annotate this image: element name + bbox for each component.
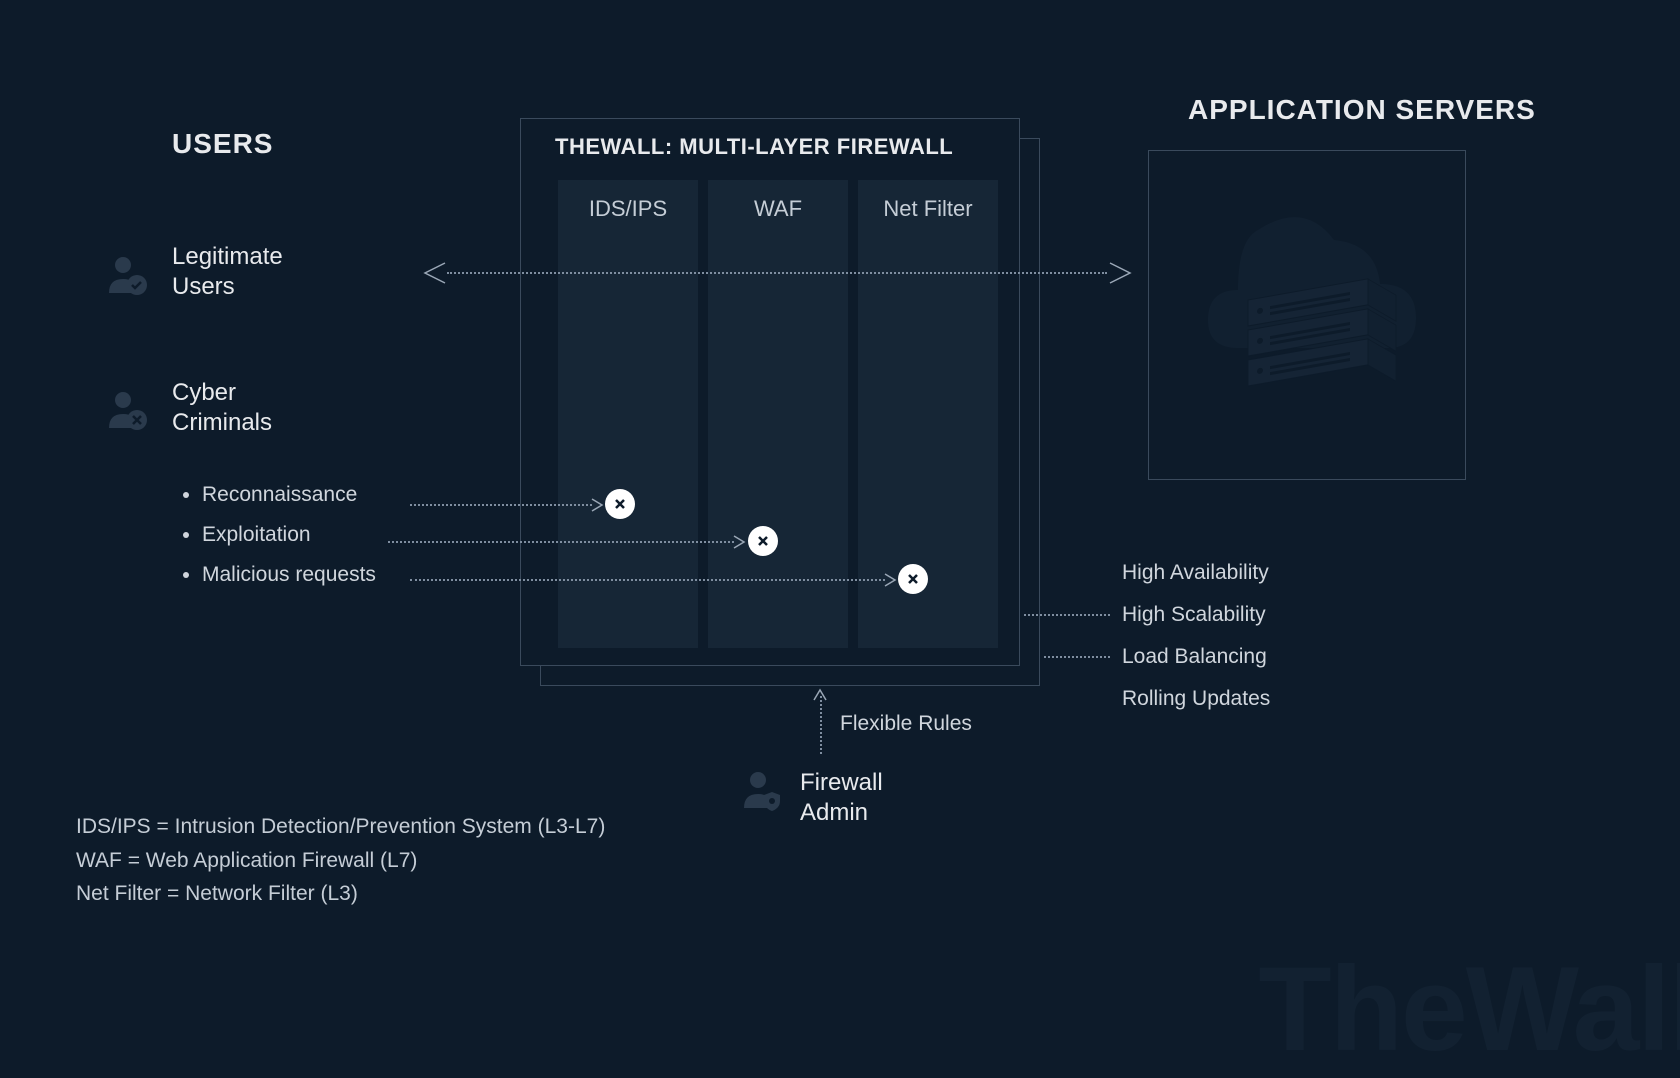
layer-ids-column: IDS/IPS xyxy=(558,180,698,648)
layer-waf-label: WAF xyxy=(708,180,848,222)
application-servers-heading: APPLICATION SERVERS xyxy=(1188,94,1536,126)
legend: IDS/IPS = Intrusion Detection/Prevention… xyxy=(76,810,605,911)
layer-net-label: Net Filter xyxy=(858,180,998,222)
layer-waf-column: WAF xyxy=(708,180,848,648)
arrow-exploit-icon xyxy=(732,534,748,550)
watermark: TheWall xyxy=(1258,940,1680,1078)
feature-load-balancing: Load Balancing xyxy=(1122,636,1270,678)
arrow-recon-icon xyxy=(590,497,606,513)
flexible-rules-label: Flexible Rules xyxy=(840,712,972,736)
feature-high-availability: High Availability xyxy=(1122,552,1270,594)
legitimate-users-label: Legitimate Users xyxy=(172,242,283,302)
flow-legitimate-line xyxy=(447,272,1107,274)
feature-link-line xyxy=(1024,614,1110,616)
attack-malicious: Malicious requests xyxy=(202,563,376,587)
block-marker-icon xyxy=(605,489,635,519)
attack-list: Reconnaissance Exploitation Malicious re… xyxy=(178,483,376,603)
flow-recon-line xyxy=(410,504,592,506)
feature-rolling-updates: Rolling Updates xyxy=(1122,678,1270,720)
layer-ids-label: IDS/IPS xyxy=(558,180,698,222)
arrow-left-icon xyxy=(421,260,447,286)
arrow-up-icon xyxy=(812,688,828,704)
users-heading: USERS xyxy=(172,128,273,160)
attack-recon: Reconnaissance xyxy=(202,483,376,507)
arrow-malicious-icon xyxy=(883,572,899,588)
attack-exploit: Exploitation xyxy=(202,523,376,547)
firewall-admin-label: Firewall Admin xyxy=(800,768,883,828)
legend-waf: WAF = Web Application Firewall (L7) xyxy=(76,844,605,878)
cyber-criminal-icon xyxy=(105,388,149,432)
cyber-criminals-label: Cyber Criminals xyxy=(172,378,272,438)
legend-net: Net Filter = Network Filter (L3) xyxy=(76,877,605,911)
feature-link-line xyxy=(1044,656,1110,658)
block-marker-icon xyxy=(748,526,778,556)
legitimate-user-icon xyxy=(105,253,149,297)
firewall-title: THEWALL: MULTI-LAYER FIREWALL xyxy=(555,134,953,160)
feature-high-scalability: High Scalability xyxy=(1122,594,1270,636)
firewall-admin-icon xyxy=(740,768,784,812)
arrow-right-icon xyxy=(1108,260,1134,286)
flow-exploit-line xyxy=(388,541,734,543)
flow-malicious-line xyxy=(410,579,885,581)
cloud-server-icon xyxy=(1178,180,1438,440)
block-marker-icon xyxy=(898,564,928,594)
admin-flow-line xyxy=(820,696,822,754)
legend-ids: IDS/IPS = Intrusion Detection/Prevention… xyxy=(76,810,605,844)
features-list: High Availability High Scalability Load … xyxy=(1122,552,1270,720)
layer-net-column: Net Filter xyxy=(858,180,998,648)
